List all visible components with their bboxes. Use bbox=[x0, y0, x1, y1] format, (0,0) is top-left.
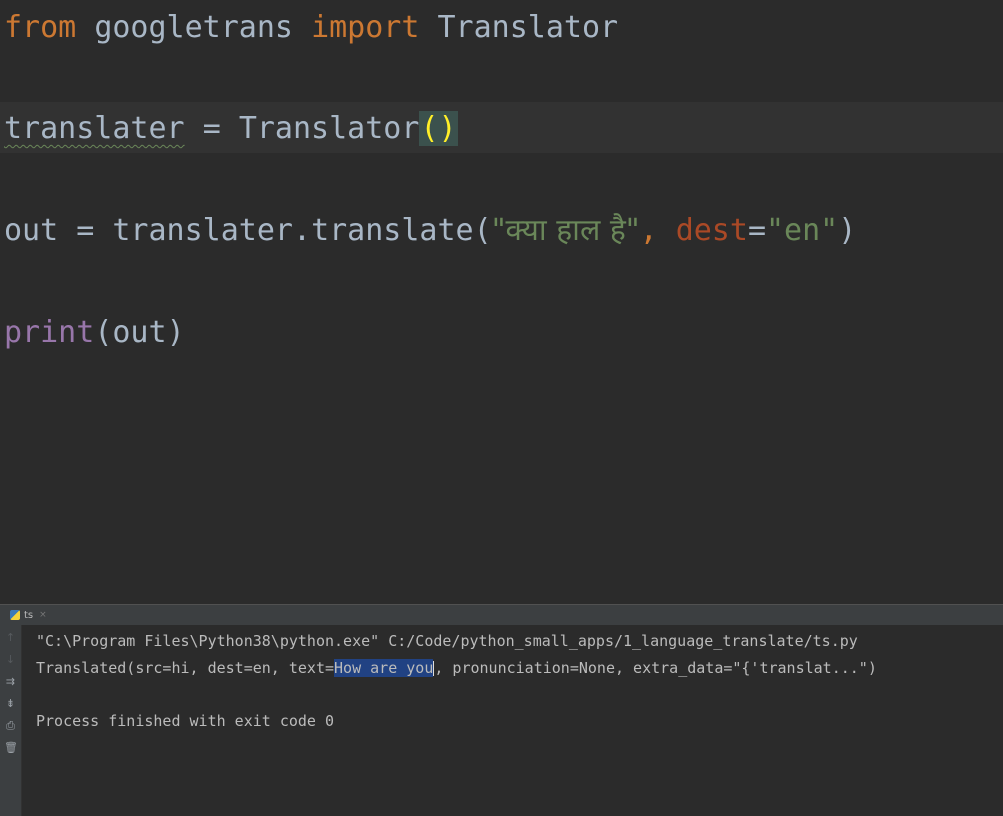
soft-wrap-icon[interactable]: ⇉ bbox=[4, 675, 17, 688]
ide-window: from googletrans import Translator trans… bbox=[0, 0, 1003, 816]
python-file-icon bbox=[10, 610, 20, 620]
keyword-arg-name: dest bbox=[675, 213, 748, 248]
variable-out: out bbox=[4, 213, 59, 248]
console-command-line: "C:\Program Files\Python38\python.exe" C… bbox=[36, 632, 858, 650]
variable-translater: translater bbox=[4, 111, 185, 146]
code-line-4[interactable]: print(out) bbox=[4, 307, 185, 359]
console-exit-line: Process finished with exit code 0 bbox=[36, 711, 335, 730]
console-output[interactable]: "C:\Program Files\Python38\python.exe" C… bbox=[36, 628, 996, 734]
class-call: Translator bbox=[238, 111, 420, 146]
close-icon[interactable]: × bbox=[39, 610, 47, 620]
up-arrow-icon[interactable]: ↑ bbox=[4, 631, 17, 644]
open-paren: ( bbox=[473, 213, 492, 248]
imported-class: Translator bbox=[437, 10, 619, 45]
open-paren: ( bbox=[94, 315, 113, 350]
code-line-2[interactable]: translater = Translator() bbox=[4, 103, 458, 155]
assign-operator: = bbox=[202, 111, 221, 146]
keyword-arg-value: "en" bbox=[766, 213, 839, 248]
object-name: translater bbox=[112, 213, 293, 248]
selected-text[interactable]: How are you bbox=[334, 658, 434, 677]
code-editor[interactable]: from googletrans import Translator trans… bbox=[0, 0, 1003, 604]
keyword-arg-equals: = bbox=[747, 213, 766, 248]
run-tab-bar: ts × bbox=[0, 604, 1003, 625]
builtin-print: print bbox=[4, 315, 95, 350]
close-paren: ) bbox=[838, 213, 857, 248]
run-tool-window: ts × ↑ ↓ ⇉ ⇟ ⎙ 🗑 "C:\Program Files\Pytho… bbox=[0, 604, 1003, 816]
trash-icon[interactable]: 🗑 bbox=[4, 741, 18, 754]
assign-operator: = bbox=[76, 213, 95, 248]
down-arrow-icon[interactable]: ↓ bbox=[4, 653, 17, 666]
run-toolbar: ↑ ↓ ⇉ ⇟ ⎙ 🗑 bbox=[0, 625, 22, 816]
module-name: googletrans bbox=[94, 10, 293, 45]
keyword-from: from bbox=[4, 10, 77, 45]
result-suffix: , pronunciation=None, extra_data="{'tran… bbox=[434, 658, 877, 677]
dot-operator: . bbox=[293, 213, 312, 248]
comma: , bbox=[639, 213, 658, 248]
print-argument: out bbox=[112, 315, 167, 350]
method-name: translate bbox=[311, 213, 474, 248]
scroll-to-end-icon[interactable]: ⇟ bbox=[4, 697, 17, 710]
console-result-line: Translated(src=hi, dest=en, text=How are… bbox=[36, 655, 996, 682]
close-paren: ) bbox=[166, 315, 185, 350]
matched-parens: () bbox=[419, 111, 458, 146]
run-tab-label: ts bbox=[24, 609, 34, 621]
keyword-import: import bbox=[311, 10, 420, 45]
code-line-1[interactable]: from googletrans import Translator bbox=[4, 2, 618, 54]
code-line-3[interactable]: out = translater.translate("क्या हाल है"… bbox=[4, 205, 856, 257]
print-icon[interactable]: ⎙ bbox=[4, 719, 17, 732]
string-argument: "क्या हाल है" bbox=[491, 213, 640, 248]
run-tab-ts[interactable]: ts × bbox=[10, 607, 47, 623]
result-prefix: Translated(src=hi, dest=en, text= bbox=[36, 658, 335, 677]
